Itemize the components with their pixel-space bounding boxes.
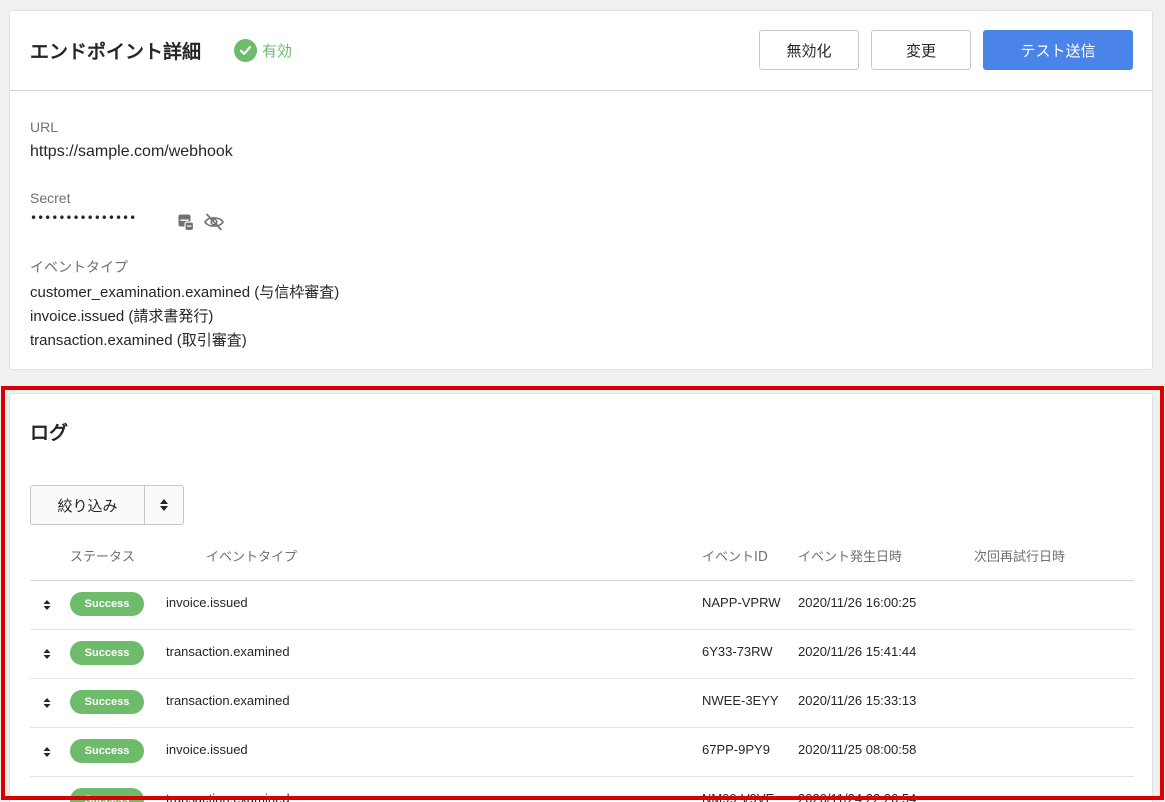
- status-indicator: 有効: [234, 39, 292, 62]
- expand-toggle-icon[interactable]: [43, 645, 51, 664]
- event-type-item: invoice.issued (請求書発行): [30, 308, 214, 325]
- status-badge: Success: [70, 788, 144, 802]
- secret-label: Secret: [30, 190, 71, 206]
- event-type-cell: transaction.examined: [166, 693, 290, 708]
- copy-icon[interactable]: [175, 211, 197, 233]
- column-header-event-id: イベントID: [702, 550, 768, 565]
- edit-button[interactable]: 変更: [871, 30, 971, 70]
- occurred-at-cell: 2020/11/26 15:33:13: [798, 693, 917, 708]
- event-types-label: イベントタイプ: [30, 259, 128, 275]
- event-type-item: customer_examination.examined (与信枠審査): [30, 284, 340, 301]
- status-label: 有効: [262, 42, 293, 60]
- filter-label: 絞り込み: [31, 486, 145, 524]
- expand-toggle-icon[interactable]: [43, 596, 51, 615]
- event-id-cell: NAPP-VPRW: [702, 595, 781, 610]
- endpoint-header: エンドポイント詳細 有効 無効化 変更 テスト送信: [10, 11, 1152, 91]
- event-type-item: transaction.examined (取引審査): [30, 332, 247, 349]
- filter-select[interactable]: 絞り込み: [30, 485, 184, 525]
- page-title: エンドポイント詳細: [30, 41, 202, 63]
- secret-value: •••••••••••••••: [30, 211, 137, 225]
- occurred-at-cell: 2020/11/26 15:41:44: [798, 644, 917, 659]
- occurred-at-cell: 2020/11/25 08:00:58: [798, 742, 917, 757]
- expand-toggle-icon[interactable]: [43, 694, 51, 713]
- event-type-cell: transaction.examined: [166, 644, 290, 659]
- column-header-status: ステータス: [70, 550, 136, 565]
- event-type-cell: invoice.issued: [166, 595, 248, 610]
- table-row[interactable]: Success transaction.examined NWEE-3EYY 2…: [30, 679, 1134, 728]
- column-header-next-retry: 次回再試行日時: [974, 550, 1066, 565]
- status-badge: Success: [70, 641, 144, 665]
- event-id-cell: 6Y33-73RW: [702, 644, 773, 659]
- test-send-button[interactable]: テスト送信: [983, 30, 1133, 70]
- table-row[interactable]: Success transaction.examined 6Y33-73RW 2…: [30, 630, 1134, 679]
- status-badge: Success: [70, 739, 144, 763]
- log-title: ログ: [30, 422, 69, 444]
- sort-arrows-icon[interactable]: [145, 486, 183, 524]
- disable-button[interactable]: 無効化: [759, 30, 859, 70]
- check-circle-icon: [234, 39, 257, 62]
- table-row[interactable]: Success invoice.issued NAPP-VPRW 2020/11…: [30, 581, 1134, 630]
- url-label: URL: [30, 119, 59, 135]
- url-value: https://sample.com/webhook: [30, 143, 233, 160]
- status-badge: Success: [70, 592, 144, 616]
- table-row[interactable]: Success invoice.issued 67PP-9PY9 2020/11…: [30, 728, 1134, 777]
- occurred-at-cell: 2020/11/26 16:00:25: [798, 595, 917, 610]
- status-badge: Success: [70, 690, 144, 714]
- column-header-occurred-at: イベント発生日時: [798, 550, 903, 565]
- endpoint-details-card: エンドポイント詳細 有効 無効化 変更 テスト送信 URL https://sa…: [9, 10, 1153, 370]
- expand-toggle-icon[interactable]: [43, 792, 51, 802]
- event-type-cell: invoice.issued: [166, 742, 248, 757]
- occurred-at-cell: 2020/11/24 22:26:54: [798, 791, 917, 802]
- column-header-event-type: イベントタイプ: [206, 550, 298, 565]
- event-id-cell: 67PP-9PY9: [702, 742, 770, 757]
- log-card: ログ 絞り込み ステータス イベントタイプ イベントID イベント発生日時 次回…: [9, 393, 1153, 802]
- event-type-cell: transaction.examined: [166, 791, 290, 802]
- expand-toggle-icon[interactable]: [43, 743, 51, 762]
- table-row[interactable]: Success transaction.examined NM99-V9VE 2…: [30, 777, 1134, 802]
- event-id-cell: NWEE-3EYY: [702, 693, 779, 708]
- event-id-cell: NM99-V9VE: [702, 791, 775, 802]
- eye-slash-icon[interactable]: [203, 211, 225, 233]
